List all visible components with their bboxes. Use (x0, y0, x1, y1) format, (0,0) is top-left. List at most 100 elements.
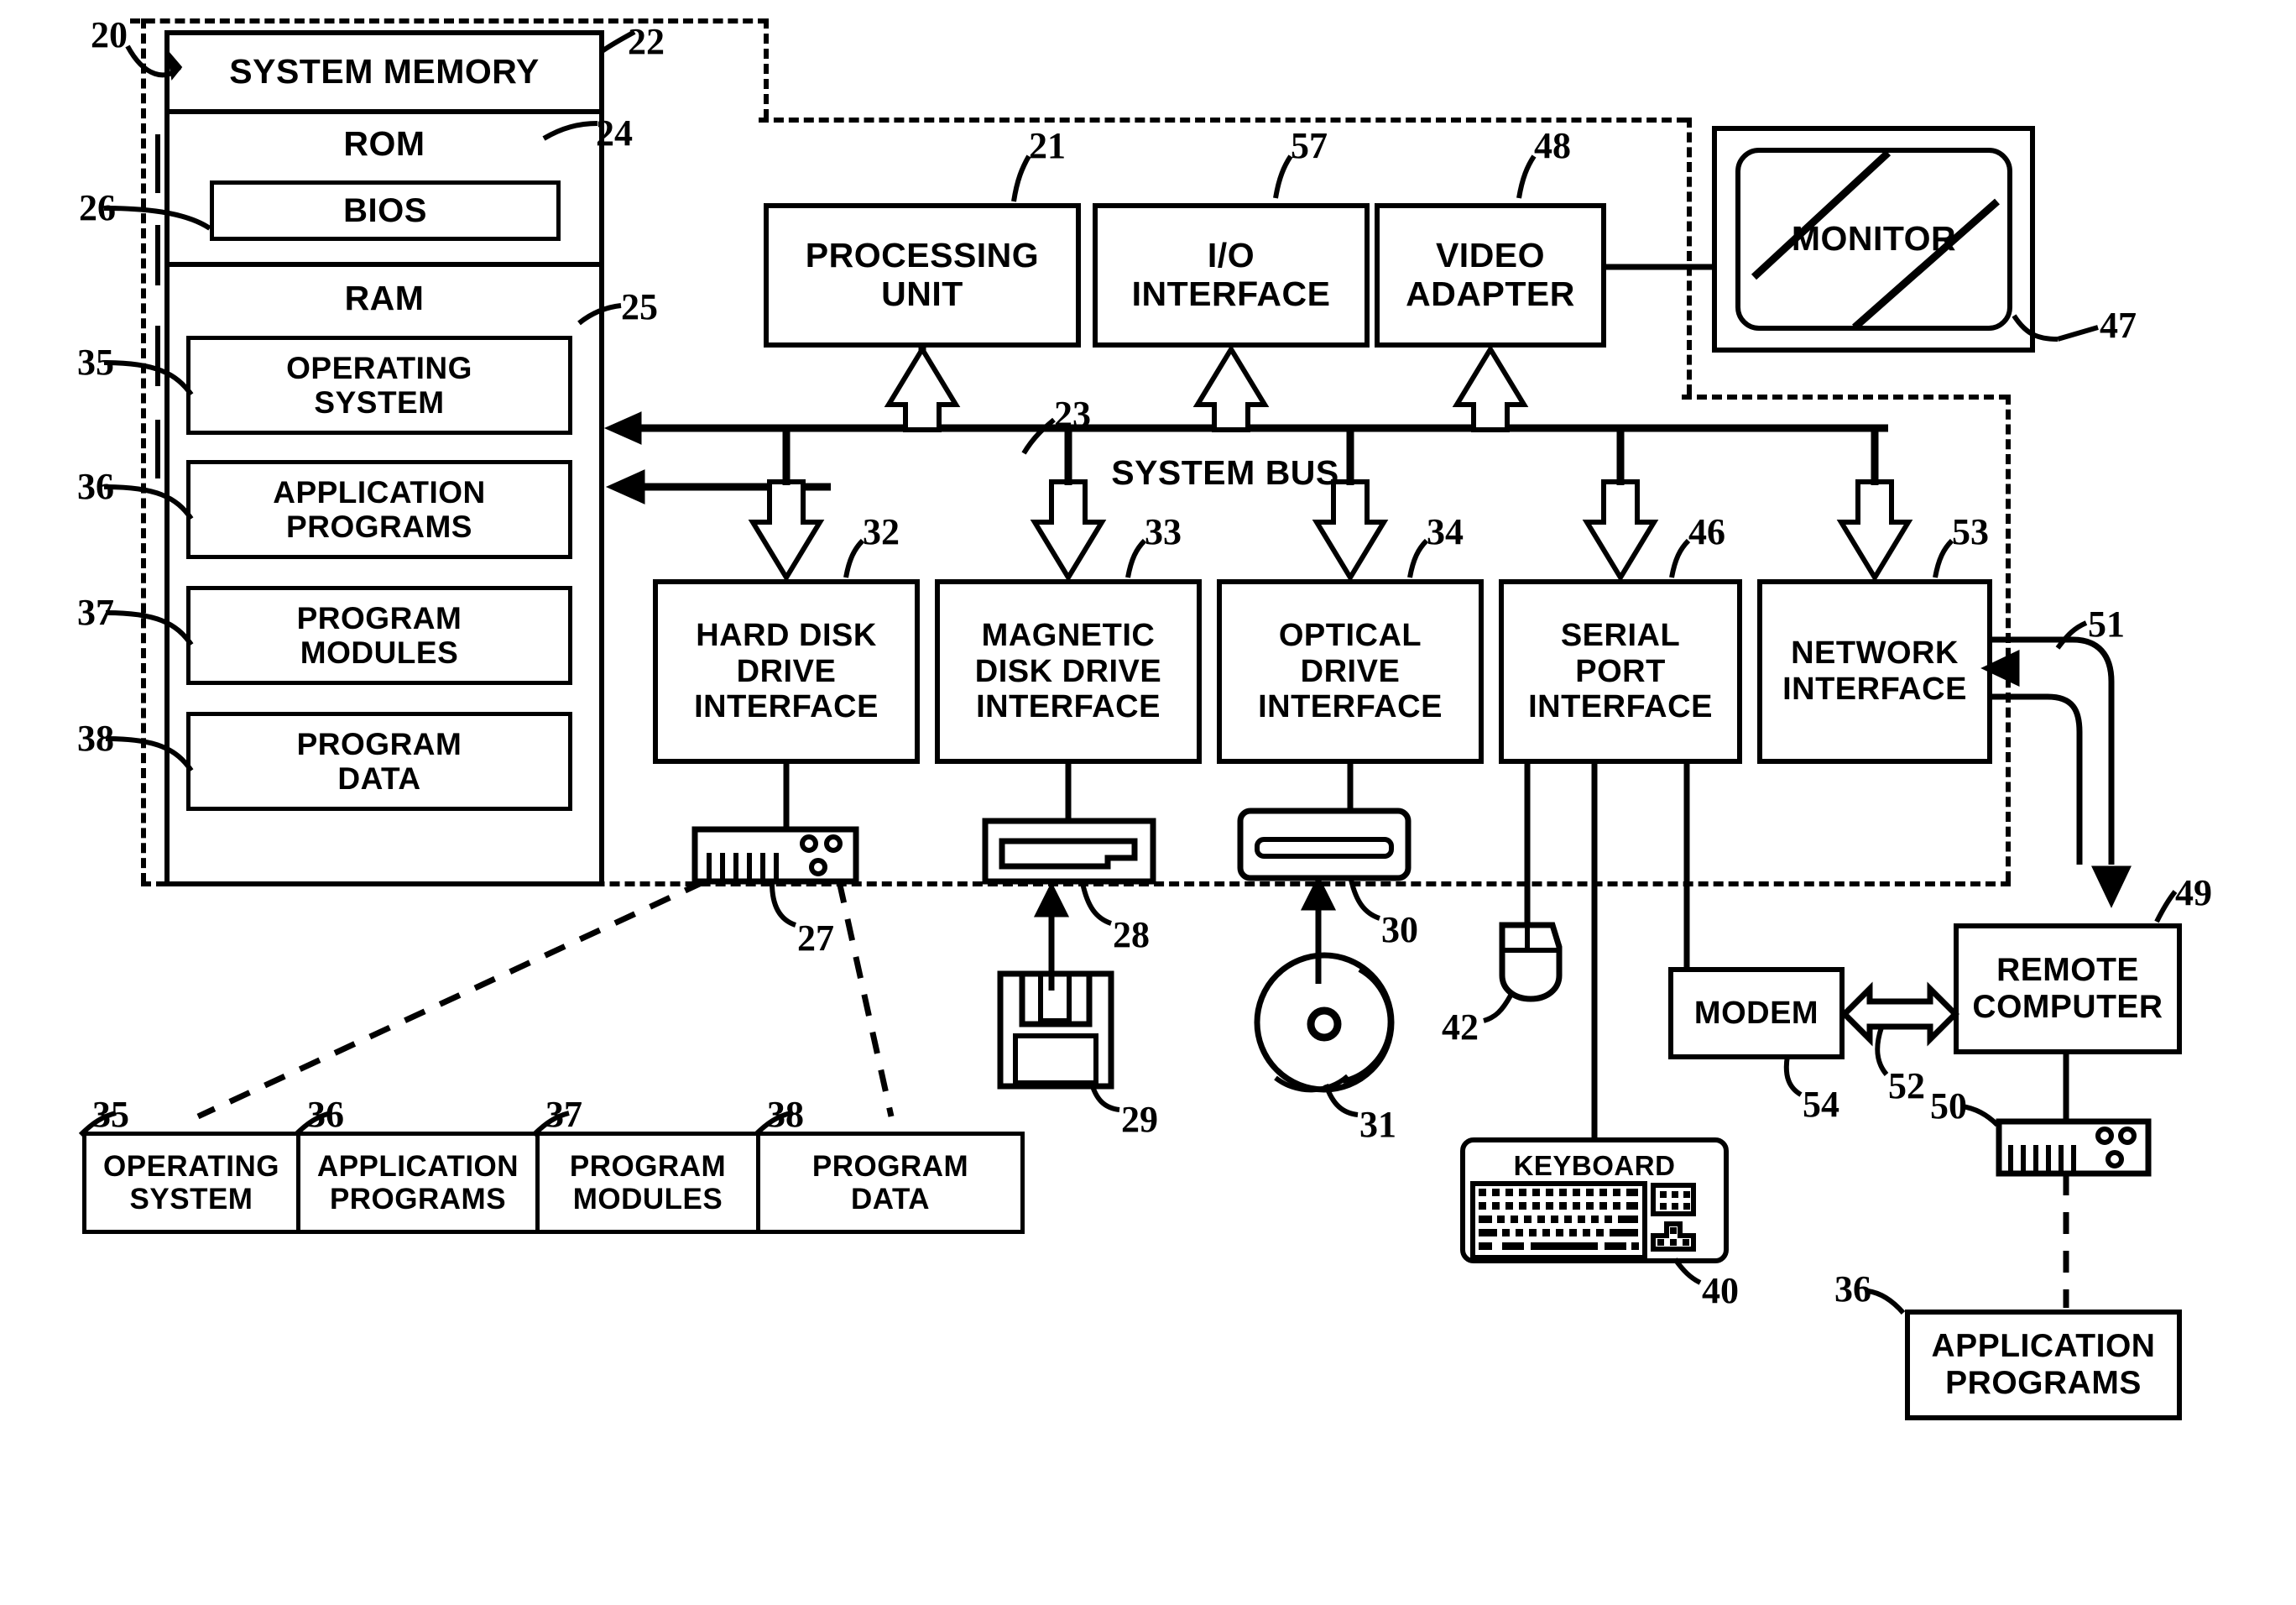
compact-disc-hub (1307, 1006, 1342, 1042)
ref-21: 21 (1029, 125, 1066, 166)
ref-54: 54 (1803, 1084, 1839, 1125)
hdd-to-stored-os-dashed (196, 878, 707, 1120)
leader-34 (1407, 538, 1429, 578)
ref-36-memory: 36 (77, 466, 114, 507)
leader-53 (1933, 538, 1954, 578)
ref-26: 26 (79, 187, 116, 228)
ref-52: 52 (1888, 1065, 1925, 1106)
ref-25: 25 (621, 286, 658, 327)
ref-35-memory: 35 (77, 342, 114, 383)
leader-36-remote (1867, 1289, 1906, 1315)
ref-22: 22 (628, 21, 665, 62)
leader-30 (1349, 879, 1381, 921)
leader-38-memory (105, 736, 194, 772)
monitor-glare-line-1 (1751, 149, 1892, 280)
leader-46 (1669, 538, 1691, 578)
ref-42: 42 (1442, 1006, 1479, 1048)
ref-36-remote: 36 (1834, 1268, 1871, 1310)
bus-to-memory-arrowhead (603, 411, 642, 445)
leader-40 (1672, 1257, 1702, 1285)
ref-38-memory: 38 (77, 718, 114, 759)
ref-51: 51 (2088, 604, 2125, 645)
leader-28 (1080, 882, 1113, 926)
ref-35-stored: 35 (92, 1094, 129, 1135)
hard-disk-drive-led-1 (800, 834, 818, 853)
leader-50 (1961, 1104, 2000, 1127)
leader-52 (1875, 1027, 1889, 1076)
leader-33 (1125, 538, 1147, 578)
floppy-disk-shutter (1019, 974, 1093, 1027)
ref-36-stored: 36 (307, 1094, 344, 1135)
lan-link-arrowhead-down (2091, 865, 2132, 908)
ref-33: 33 (1145, 511, 1182, 552)
ref-28: 28 (1113, 914, 1150, 955)
ref-48: 48 (1534, 125, 1571, 166)
bus-arrow-to-magnetic-disk-interface (1030, 479, 1107, 583)
ref-23: 23 (1054, 394, 1091, 435)
ref-37-memory: 37 (77, 592, 114, 633)
leader-20-arrowhead (166, 48, 183, 81)
leader-47-tail (2057, 325, 2099, 342)
ref-38-stored: 38 (767, 1094, 804, 1135)
ref-46: 46 (1688, 511, 1725, 552)
leader-32 (843, 538, 865, 578)
leader-21 (1011, 154, 1031, 202)
bus-arrow-to-video-adapter (1452, 344, 1529, 432)
leader-51 (2055, 620, 2088, 650)
optical-drive-icon (1237, 808, 1412, 881)
leader-54 (1783, 1055, 1803, 1097)
keyboard-key-dots (1479, 1189, 1639, 1250)
hdd-to-stored-data-dashed (836, 881, 895, 1117)
remote-nic-vents (2008, 1145, 2076, 1172)
leader-37-memory (105, 610, 194, 646)
ref-50: 50 (1930, 1085, 1967, 1127)
leader-27 (770, 882, 797, 928)
bus-to-memory-arrowhead-2 (605, 469, 645, 505)
leader-25 (577, 303, 622, 326)
patent-figure: SYSTEM MEMORY ROM BIOS RAM OPERATING SYS… (0, 0, 2296, 1605)
ref-20: 20 (91, 14, 128, 55)
remote-nic-led-1 (2095, 1127, 2114, 1145)
hard-disk-drive-led-3 (809, 858, 827, 876)
bus-arrow-to-processing-unit (884, 344, 961, 432)
optical-drive-slot (1255, 837, 1394, 859)
ref-47: 47 (2100, 305, 2137, 346)
lan-link-arrowhead-left (1980, 650, 2020, 687)
bus-arrow-to-serial-port-interface (1582, 479, 1659, 583)
bus-arrow-to-optical-drive-interface (1312, 479, 1389, 583)
floppy-disk-shutter-inner (1038, 971, 1072, 1023)
floppy-disk-label (1013, 1033, 1098, 1085)
remote-nic-led-2 (2118, 1127, 2137, 1145)
leader-57 (1273, 154, 1293, 199)
ref-24: 24 (596, 112, 633, 154)
ref-31: 31 (1359, 1104, 1396, 1145)
floppy-insert-arrowhead (1033, 881, 1070, 918)
keyboard-numpad-dots (1660, 1191, 1690, 1210)
wan-link-double-arrow (1840, 981, 1959, 1047)
leader-48 (1516, 154, 1537, 199)
floppy-drive-slot (999, 838, 1138, 870)
monitor-glare-line-2 (1852, 198, 2000, 331)
bus-arrow-to-network-interface (1836, 479, 1913, 583)
ref-53: 53 (1952, 511, 1989, 552)
diagram-wiring-overlay: .s{stroke:#000;fill:none;} .w5{stroke-wi… (78, 29, 2178, 1315)
ref-57: 57 (1291, 125, 1328, 166)
floppy-drive-icon (982, 818, 1156, 885)
optical-insert-arrowhead (1300, 875, 1337, 911)
leader-24 (542, 121, 598, 141)
ref-49: 49 (2175, 872, 2212, 913)
ref-37-stored: 37 (545, 1094, 582, 1135)
hard-disk-drive-vents (707, 853, 779, 880)
ref-30: 30 (1381, 909, 1418, 950)
bus-arrow-to-hard-disk-interface (748, 479, 825, 583)
ref-32: 32 (863, 511, 900, 552)
leader-47 (2012, 314, 2059, 342)
mouse-icon (1499, 922, 1563, 1002)
ref-34: 34 (1427, 511, 1464, 552)
ref-40: 40 (1702, 1270, 1739, 1311)
leader-35-memory (103, 360, 194, 396)
leader-42 (1483, 994, 1513, 1023)
bus-arrow-to-io-interface (1192, 344, 1270, 432)
leader-36-memory (103, 484, 194, 520)
lan-link-lower (1992, 693, 2083, 865)
